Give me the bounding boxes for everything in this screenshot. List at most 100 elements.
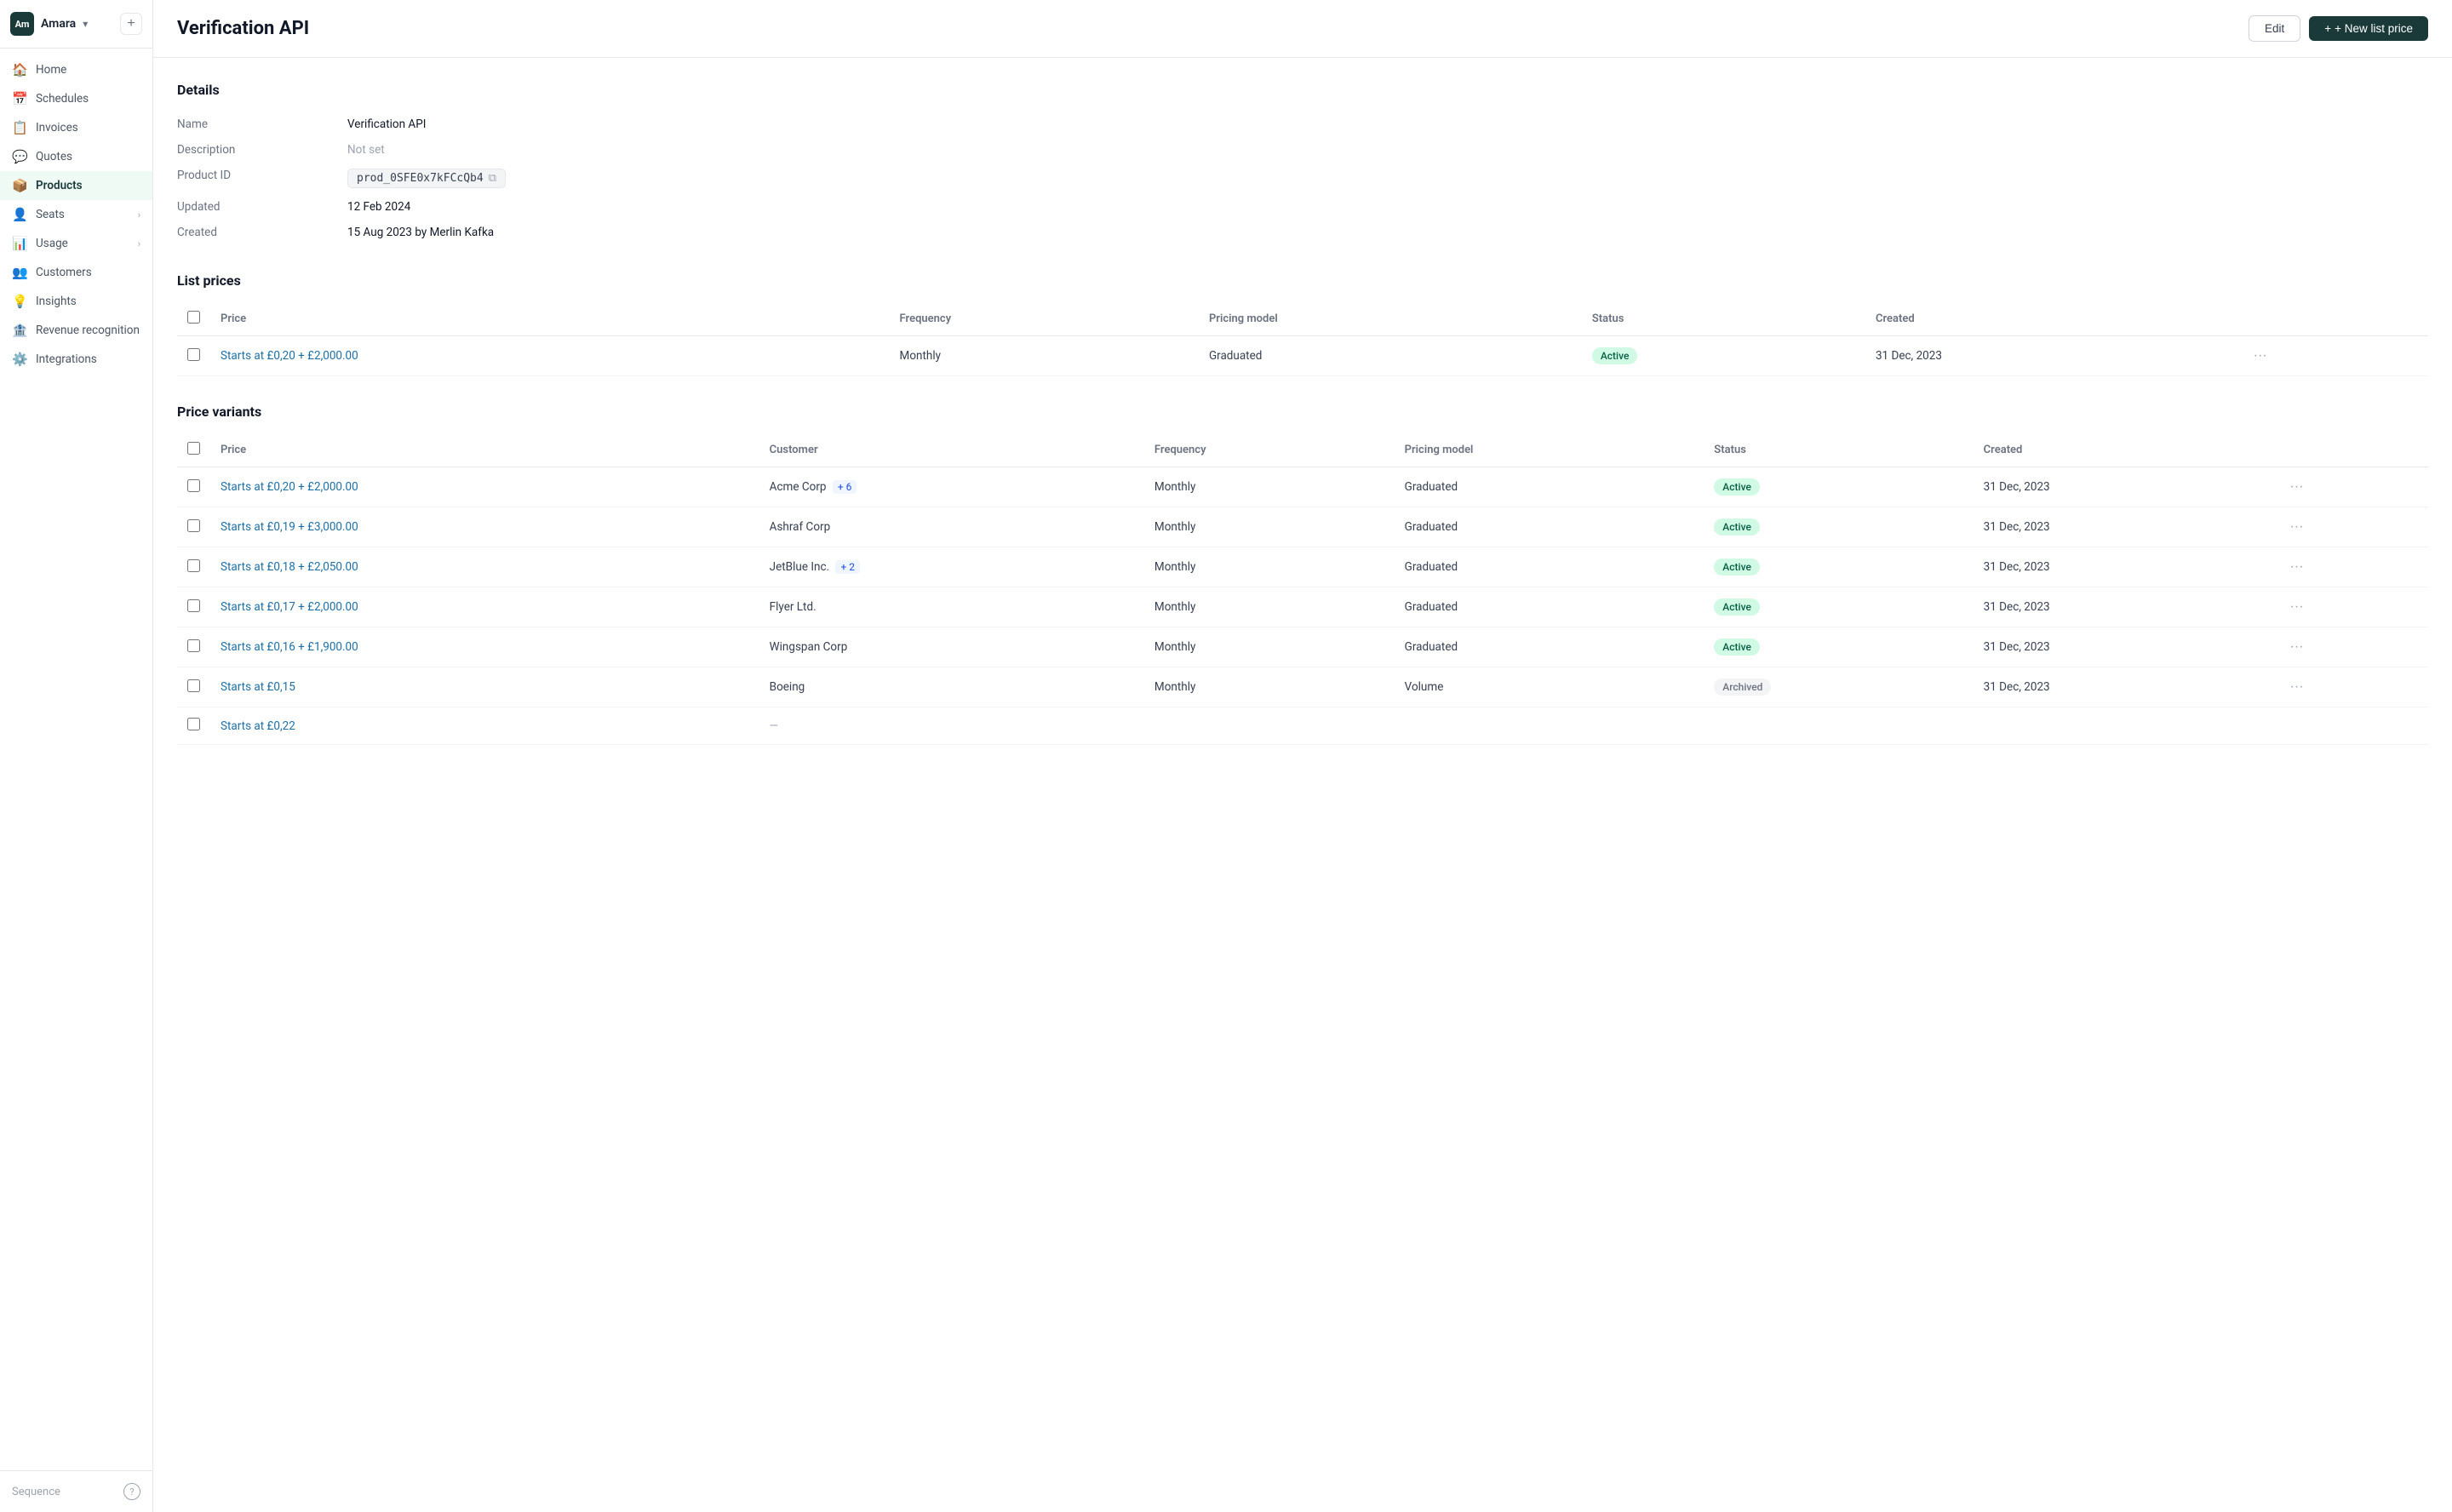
variant-col-created: Created — [1974, 433, 2275, 467]
sidebar-item-seats[interactable]: 👤 Seats › — [0, 200, 152, 229]
select-all-list-prices-checkbox[interactable] — [187, 311, 200, 324]
status-badge: Active — [1714, 558, 1760, 576]
price-cell[interactable]: Starts at £0,19 + £3,000.00 — [210, 507, 759, 547]
price-cell[interactable]: Starts at £0,18 + £2,050.00 — [210, 547, 759, 587]
plus-icon: + — [2324, 22, 2331, 35]
status-cell: Active — [1704, 547, 1973, 587]
list-prices-table: Price Frequency Pricing model Status Cre… — [177, 302, 2428, 376]
table-row: Starts at £0,18 + £2,050.00 JetBlue Inc.… — [177, 547, 2428, 587]
sidebar-item-quotes[interactable]: 💬 Quotes — [0, 142, 152, 171]
status-badge: Active — [1714, 639, 1760, 656]
table-row: Starts at £0,19 + £3,000.00 Ashraf Corp … — [177, 507, 2428, 547]
chevron-right-icon: › — [138, 238, 140, 249]
sidebar-item-label: Seats — [36, 208, 65, 221]
price-cell[interactable]: Starts at £0,22 — [210, 707, 759, 745]
status-cell: Active — [1704, 587, 1973, 627]
list-price-col-status: Status — [1582, 302, 1865, 336]
sidebar-item-home[interactable]: 🏠 Home — [0, 55, 152, 84]
row-checkbox[interactable] — [187, 519, 200, 532]
sidebar-item-label: Invoices — [36, 121, 78, 135]
help-button[interactable]: ? — [123, 1483, 140, 1500]
created-value: 15 Aug 2023 by Merlin Kafka — [347, 220, 2428, 245]
pricing-model-cell: Volume — [1395, 667, 1704, 707]
more-options-button[interactable]: ··· — [2285, 638, 2309, 656]
new-list-price-button[interactable]: + + New list price — [2309, 16, 2428, 41]
row-checkbox[interactable] — [187, 479, 200, 492]
sidebar-item-products[interactable]: 📦 Products — [0, 171, 152, 200]
variant-col-pricing-model: Pricing model — [1395, 433, 1704, 467]
revenue-icon: 🏦 — [12, 323, 27, 338]
sidebar-item-label: Revenue recognition — [36, 324, 140, 337]
sidebar-item-insights[interactable]: 💡 Insights — [0, 287, 152, 316]
sidebar: Am Amara ▾ + 🏠 Home 📅 Schedules 📋 Invoic… — [0, 0, 153, 1512]
more-options-button[interactable]: ··· — [2285, 558, 2309, 576]
name-value: Verification API — [347, 112, 2428, 137]
sidebar-item-schedules[interactable]: 📅 Schedules — [0, 84, 152, 113]
row-checkbox[interactable] — [187, 599, 200, 612]
status-cell: Active — [1704, 627, 1973, 667]
sidebar-nav: 🏠 Home 📅 Schedules 📋 Invoices 💬 Quotes 📦… — [0, 49, 152, 1470]
customer-extra-badge[interactable]: + 2 — [835, 560, 860, 574]
created-cell: 31 Dec, 2023 — [1974, 507, 2275, 547]
add-workspace-button[interactable]: + — [120, 13, 142, 35]
sidebar-item-invoices[interactable]: 📋 Invoices — [0, 113, 152, 142]
customer-cell: Wingspan Corp — [759, 627, 1144, 667]
row-checkbox[interactable] — [187, 348, 200, 361]
frequency-cell: Monthly — [1144, 627, 1395, 667]
customer-cell: — — [759, 707, 1144, 745]
variant-col-price: Price — [210, 433, 759, 467]
price-cell[interactable]: Starts at £0,16 + £1,900.00 — [210, 627, 759, 667]
created-cell: 31 Dec, 2023 — [1974, 587, 2275, 627]
edit-button[interactable]: Edit — [2249, 15, 2300, 42]
created-cell: 31 Dec, 2023 — [1974, 667, 2275, 707]
table-row: Starts at £0,20 + £2,000.00 Acme Corp + … — [177, 467, 2428, 507]
pricing-model-cell: Graduated — [1395, 547, 1704, 587]
sidebar-item-usage[interactable]: 📊 Usage › — [0, 229, 152, 258]
customer-extra-badge[interactable]: + 6 — [833, 480, 857, 494]
product-id-text: prod_0SFE0x7kFCcQb4 — [357, 172, 484, 185]
customer-cell: Boeing — [759, 667, 1144, 707]
sidebar-item-integrations[interactable]: ⚙️ Integrations — [0, 345, 152, 374]
details-section: Details Name Verification API Descriptio… — [177, 82, 2428, 245]
created-cell: 31 Dec, 2023 — [1974, 627, 2275, 667]
status-badge: Active — [1714, 478, 1760, 495]
price-cell[interactable]: Starts at £0,20 + £2,000.00 — [210, 467, 759, 507]
more-options-button[interactable]: ··· — [2285, 598, 2309, 616]
more-options-button[interactable]: ··· — [2285, 678, 2309, 696]
updated-value: 12 Feb 2024 — [347, 194, 2428, 220]
row-checkbox[interactable] — [187, 718, 200, 730]
sidebar-item-label: Integrations — [36, 352, 97, 366]
row-checkbox[interactable] — [187, 559, 200, 572]
customer-cell: Acme Corp + 6 — [759, 467, 1144, 507]
select-all-variants-checkbox[interactable] — [187, 442, 200, 455]
table-row: Starts at £0,16 + £1,900.00 Wingspan Cor… — [177, 627, 2428, 667]
sidebar-item-customers[interactable]: 👥 Customers — [0, 258, 152, 287]
copy-icon[interactable]: ⧉ — [489, 172, 496, 185]
sidebar-item-revenue[interactable]: 🏦 Revenue recognition — [0, 316, 152, 345]
main-content: Verification API Edit + + New list price… — [153, 0, 2452, 1512]
status-cell: Active — [1704, 467, 1973, 507]
price-cell[interactable]: Starts at £0,15 — [210, 667, 759, 707]
price-cell[interactable]: Starts at £0,17 + £2,000.00 — [210, 587, 759, 627]
frequency-cell: Monthly — [1144, 467, 1395, 507]
product-id-badge: prod_0SFE0x7kFCcQb4 ⧉ — [347, 169, 506, 188]
seats-icon: 👤 — [12, 207, 27, 222]
pricing-model-cell: Graduated — [1395, 587, 1704, 627]
more-options-button[interactable]: ··· — [2285, 518, 2309, 536]
schedules-icon: 📅 — [12, 91, 27, 106]
customer-cell: Flyer Ltd. — [759, 587, 1144, 627]
sidebar-header: Am Amara ▾ + — [0, 0, 152, 49]
top-bar: Verification API Edit + + New list price — [153, 0, 2452, 58]
price-cell[interactable]: Starts at £0,20 + £2,000.00 — [210, 336, 890, 376]
footer-text: Sequence — [12, 1486, 60, 1498]
invoices-icon: 📋 — [12, 120, 27, 135]
sidebar-item-label: Home — [36, 63, 66, 77]
brand-button[interactable]: Am Amara ▾ — [10, 12, 88, 36]
row-checkbox[interactable] — [187, 679, 200, 692]
created-label: Created — [177, 220, 347, 245]
more-options-button[interactable]: ··· — [2285, 478, 2309, 496]
table-row: Starts at £0,20 + £2,000.00 Monthly Grad… — [177, 336, 2428, 376]
products-icon: 📦 — [12, 178, 27, 193]
row-checkbox[interactable] — [187, 639, 200, 652]
more-options-button[interactable]: ··· — [2249, 346, 2272, 365]
